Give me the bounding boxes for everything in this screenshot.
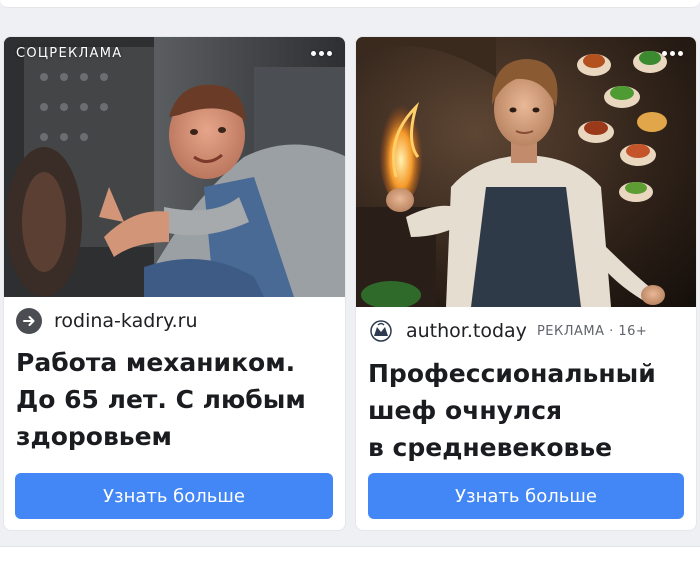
mechanic-photo	[4, 37, 345, 297]
author-today-logo-icon	[368, 318, 394, 344]
ad-card-left[interactable]: СОЦРЕКЛАМА rodina-kadry.ru Работа механи…	[3, 36, 346, 531]
source-domain: author.today	[406, 320, 527, 342]
social-ad-tag: СОЦРЕКЛАМА	[16, 46, 123, 61]
ad-title[interactable]: Профессиональный шеф очнулся в средневек…	[368, 355, 684, 466]
ad-source[interactable]: author.today РЕКЛАМА · 16+	[368, 317, 647, 345]
previous-feed-item	[0, 0, 700, 8]
ad-source[interactable]: rodina-kadry.ru	[16, 307, 198, 335]
ad-image[interactable]	[356, 37, 696, 307]
more-options-button[interactable]	[307, 45, 335, 61]
next-feed-item	[0, 546, 700, 564]
ad-title[interactable]: Работа механиком. До 65 лет. С любым здо…	[16, 344, 333, 455]
learn-more-button[interactable]: Узнать больше	[15, 473, 333, 519]
chef-photo	[356, 37, 696, 307]
ad-image[interactable]: СОЦРЕКЛАМА	[4, 37, 345, 297]
arrow-right-icon	[16, 308, 42, 334]
more-options-button[interactable]	[658, 45, 686, 61]
ad-age-label: РЕКЛАМА · 16+	[536, 323, 648, 339]
source-domain: rodina-kadry.ru	[54, 310, 198, 332]
ad-card-right[interactable]: author.today РЕКЛАМА · 16+ Профессиональ…	[355, 36, 697, 531]
learn-more-button[interactable]: Узнать больше	[368, 473, 684, 519]
